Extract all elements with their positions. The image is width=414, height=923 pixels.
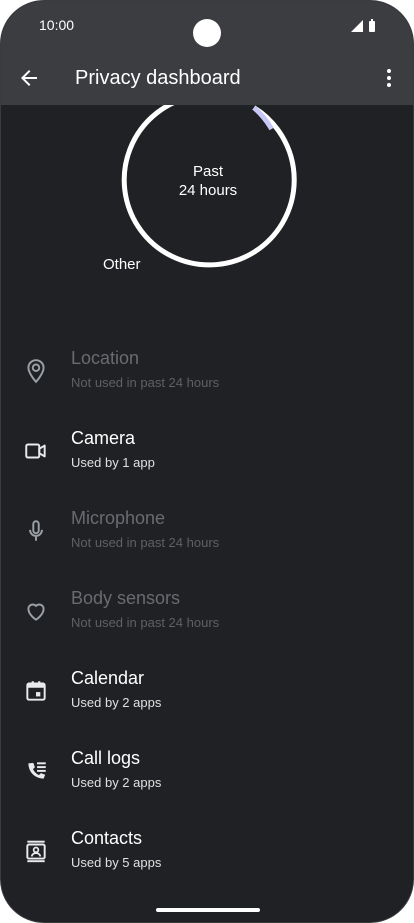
location-icon xyxy=(27,359,45,384)
permission-status: Not used in past 24 hours xyxy=(71,615,220,630)
permission-status: Used by 2 apps xyxy=(71,775,162,790)
permission-status: Used by 2 apps xyxy=(71,695,162,710)
gesture-nav-handle[interactable] xyxy=(156,908,260,912)
permission-list: Location Not used in past 24 hours Camer… xyxy=(1,334,413,894)
camera-cutout xyxy=(193,19,221,47)
permission-status: Not used in past 24 hours xyxy=(71,535,220,550)
permission-item-calendar[interactable]: Calendar Used by 2 apps xyxy=(1,654,413,734)
permission-item-camera[interactable]: Camera Used by 1 app xyxy=(1,414,413,494)
permission-item-microphone[interactable]: Microphone Not used in past 24 hours xyxy=(1,494,413,574)
app-bar: Privacy dashboard xyxy=(1,51,413,105)
status-icons xyxy=(350,19,376,33)
content: Past 24 hours Other Location Not used in… xyxy=(1,105,413,922)
permission-name: Calendar xyxy=(71,668,145,688)
camera-icon xyxy=(25,443,46,459)
microphone-icon xyxy=(29,520,43,541)
permission-item-contacts[interactable]: Contacts Used by 5 apps xyxy=(1,814,413,894)
page-title: Privacy dashboard xyxy=(75,67,241,89)
donut-label-line1: Past xyxy=(192,163,223,180)
permission-status: Not used in past 24 hours xyxy=(71,375,220,390)
permission-status: Used by 5 apps xyxy=(71,855,162,870)
donut-center-label: Past 24 hours xyxy=(143,162,273,200)
donut-label-line2: 24 hours xyxy=(178,182,238,199)
phone-frame: 10:00 Privacy dashboard Past 24 hours Ot… xyxy=(0,0,414,923)
permission-item-location[interactable]: Location Not used in past 24 hours xyxy=(1,334,413,414)
heart-icon xyxy=(27,603,45,621)
permission-status: Used by 1 app xyxy=(71,455,155,470)
permission-name: Call logs xyxy=(71,748,141,768)
call-log-icon xyxy=(28,762,46,779)
back-arrow-icon[interactable] xyxy=(17,66,41,90)
permission-name: Contacts xyxy=(71,828,143,848)
signal-icon xyxy=(351,20,363,32)
status-time: 10:00 xyxy=(39,17,75,33)
more-options-icon[interactable] xyxy=(377,66,401,90)
permission-item-body-sensors[interactable]: Body sensors Not used in past 24 hours xyxy=(1,574,413,654)
donut-other-label: Other xyxy=(103,256,141,273)
permission-name: Location xyxy=(71,348,140,368)
contacts-icon xyxy=(26,840,46,863)
battery-icon xyxy=(369,19,375,32)
permission-name: Camera xyxy=(71,428,136,448)
permission-item-call-logs[interactable]: Call logs Used by 2 apps xyxy=(1,734,413,814)
status-bar: 10:00 xyxy=(1,1,413,51)
permission-name: Microphone xyxy=(71,508,166,528)
calendar-icon xyxy=(26,681,46,701)
permission-name: Body sensors xyxy=(71,588,181,608)
